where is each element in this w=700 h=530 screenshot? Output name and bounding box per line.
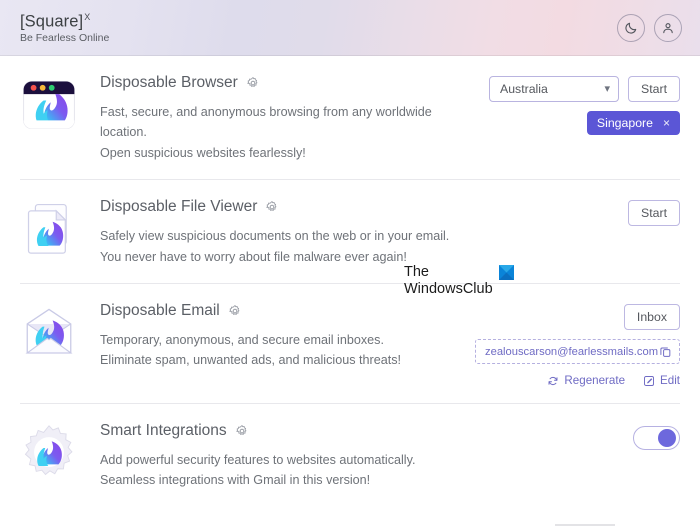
toggle-knob	[658, 429, 676, 448]
region-select-value: Australia	[500, 82, 548, 96]
feature-description-line2: Open suspicious websites fearlessly!	[100, 145, 306, 160]
feature-description-line1: Fast, secure, and anonymous browsing fro…	[100, 105, 432, 140]
gear-icon[interactable]	[228, 304, 242, 318]
integrations-controls	[633, 422, 680, 451]
file-viewer-start-button[interactable]: Start	[628, 200, 680, 227]
brand-superscript: X	[84, 11, 91, 22]
feature-title: Disposable Browser	[100, 74, 238, 91]
close-icon[interactable]: ×	[663, 116, 670, 130]
browser-controls: Australia ▾ Start Singapore ×	[489, 74, 680, 135]
gear-icon[interactable]	[246, 76, 260, 90]
feature-title: Smart Integrations	[100, 422, 227, 440]
browser-control-row: Australia ▾ Start	[489, 76, 680, 102]
feature-body: Disposable File Viewer Safely view suspi…	[100, 198, 616, 267]
app-header: [Square]X Be Fearless Online	[0, 0, 700, 56]
copy-icon[interactable]	[659, 345, 672, 358]
feature-title: Disposable File Viewer	[100, 198, 258, 216]
bottom-divider	[555, 524, 615, 526]
brand-title: [Square]X	[20, 11, 109, 31]
refresh-icon	[548, 376, 558, 385]
brand-tagline: Be Fearless Online	[20, 31, 110, 44]
email-controls: Inbox zealouscarson@fearlessmails.com Re…	[475, 302, 680, 387]
feature-smart-integrations: Smart Integrations Add powerful security…	[20, 403, 680, 507]
active-session-tag[interactable]: Singapore ×	[586, 111, 680, 135]
document-flame-icon	[20, 200, 78, 258]
feature-title-row: Disposable Email	[100, 302, 463, 319]
gear-icon[interactable]	[265, 200, 279, 214]
account-button[interactable]	[654, 14, 682, 42]
brand-block: [Square]X Be Fearless Online	[20, 11, 110, 44]
feature-description-line2: Seamless integrations with Gmail in this…	[100, 473, 371, 488]
feature-description-line2: You never have to worry about file malwa…	[100, 249, 407, 264]
user-icon	[663, 23, 673, 34]
email-address-box[interactable]: zealouscarson@fearlessmails.com	[475, 339, 680, 365]
moon-icon	[625, 22, 637, 34]
email-actions: Regenerate Edit	[547, 374, 680, 387]
feature-title-row: Disposable Browser	[100, 74, 477, 91]
chevron-down-icon: ▾	[604, 82, 611, 95]
header-actions	[617, 14, 682, 42]
edit-label: Edit	[660, 374, 680, 388]
feature-disposable-browser: Disposable Browser Fast, secure, and ano…	[20, 56, 680, 179]
edit-email-button[interactable]: Edit	[643, 374, 680, 387]
email-inbox-button[interactable]: Inbox	[623, 304, 680, 331]
browser-flame-icon	[20, 76, 78, 134]
brand-name: [Square]	[20, 12, 84, 31]
smart-integrations-toggle[interactable]	[633, 426, 680, 451]
active-session-label: Singapore	[596, 116, 653, 130]
dark-mode-button[interactable]	[617, 14, 645, 42]
regenerate-label: Regenerate	[564, 374, 626, 388]
feature-description-line2: Eliminate spam, unwanted ads, and malici…	[100, 353, 402, 368]
feature-disposable-file-viewer: Disposable File Viewer Safely view suspi…	[20, 179, 680, 283]
gear-flame-icon	[20, 424, 78, 482]
feature-disposable-email: Disposable Email Temporary, anonymous, a…	[20, 283, 680, 403]
gear-icon[interactable]	[235, 424, 249, 438]
feature-body: Disposable Browser Fast, secure, and ano…	[100, 74, 477, 163]
feature-description-line1: Safely view suspicious documents on the …	[100, 229, 450, 244]
pencil-icon	[644, 375, 654, 386]
email-address-value: zealouscarson@fearlessmails.com	[485, 345, 659, 358]
feature-title: Disposable Email	[100, 302, 220, 320]
envelope-flame-icon	[20, 304, 78, 362]
regenerate-email-button[interactable]: Regenerate	[547, 374, 625, 387]
feature-description-line1: Add powerful security features to websit…	[100, 453, 416, 468]
feature-body: Smart Integrations Add powerful security…	[100, 422, 621, 491]
feature-title-row: Smart Integrations	[100, 422, 621, 439]
feature-body: Disposable Email Temporary, anonymous, a…	[100, 302, 463, 371]
file-viewer-controls: Start	[628, 198, 680, 227]
browser-start-button[interactable]: Start	[628, 76, 680, 102]
feature-title-row: Disposable File Viewer	[100, 198, 616, 215]
features-list: Disposable Browser Fast, secure, and ano…	[0, 56, 700, 507]
region-select[interactable]: Australia ▾	[489, 76, 620, 102]
feature-description-line1: Temporary, anonymous, and secure email i…	[100, 333, 384, 348]
